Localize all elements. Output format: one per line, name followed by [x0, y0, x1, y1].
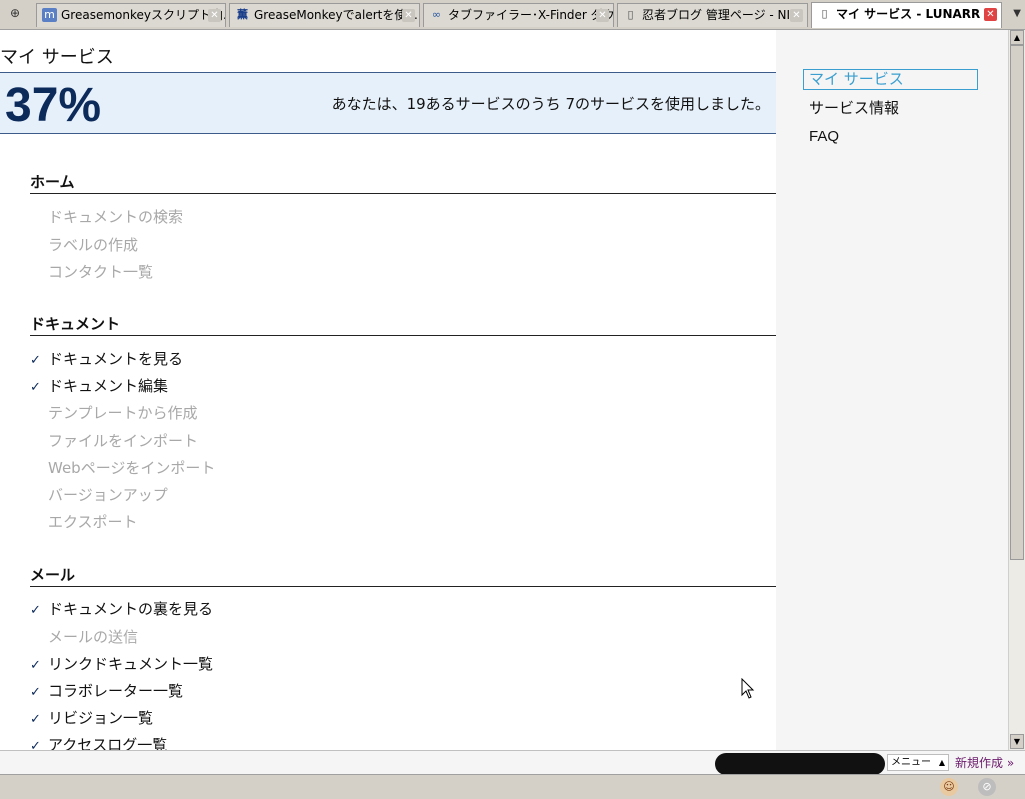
- list-item: Webページをインポート: [48, 459, 216, 477]
- tab-label: タブファイラー･X-Finder ダウ...: [448, 8, 614, 22]
- tab-label: Greasemonkeyスクリプト内...: [61, 8, 226, 22]
- scroll-down-icon[interactable]: ▼: [1010, 734, 1024, 749]
- list-item: ✓ リビジョン一覧: [30, 708, 153, 728]
- section-heading-document: ドキュメント: [30, 313, 776, 336]
- close-tab-icon[interactable]: ✕: [208, 9, 221, 22]
- close-tab-icon[interactable]: ✕: [402, 9, 415, 22]
- list-item: ✓ コラボレーター一覧: [30, 681, 183, 701]
- check-icon: ✓: [30, 685, 41, 700]
- sidebar-link-my-service[interactable]: マイ サービス: [803, 69, 978, 90]
- redacted-area: [715, 753, 885, 775]
- list-item: コンタクト一覧: [48, 263, 154, 281]
- check-icon: ✓: [30, 658, 41, 673]
- tab-ninja-blog[interactable]: ▯ 忍者ブログ 管理ページ - NI... ✕: [617, 3, 808, 27]
- page-icon: ▯: [627, 8, 634, 21]
- bottom-toolbar: メニュー ▲ 新規作成 »: [0, 750, 1025, 775]
- close-tab-icon[interactable]: ✕: [596, 9, 609, 22]
- menu-dropdown[interactable]: メニュー ▲: [887, 754, 949, 771]
- caret-up-icon: ▲: [938, 758, 945, 767]
- close-tab-icon[interactable]: ✕: [984, 8, 997, 21]
- check-icon: ✓: [30, 380, 41, 395]
- list-item: ✓ アクセスログ一覧: [30, 735, 167, 750]
- tab-x-finder[interactable]: ∞ タブファイラー･X-Finder ダウ... ✕: [423, 3, 614, 27]
- list-item: ✓ ドキュメント編集: [30, 376, 168, 396]
- new-create-link[interactable]: 新規作成 »: [955, 754, 1014, 771]
- list-item: バージョンアップ: [48, 486, 168, 504]
- page-icon: ▯: [821, 7, 828, 20]
- usage-percent: 37%: [5, 79, 102, 132]
- page-content: マイ サービス サービス情報 FAQ マイ サービス 37% あなたは、19ある…: [0, 30, 1008, 750]
- tab-favicon-icon: m: [42, 8, 57, 22]
- list-item: ラベルの作成: [48, 236, 139, 254]
- tab-list-dropdown-icon[interactable]: ▼: [1013, 8, 1021, 19]
- greasemonkey-icon[interactable]: ☺: [940, 778, 958, 796]
- usage-banner: 37% あなたは、19あるサービスのうち 7のサービスを使用しました。: [0, 72, 776, 134]
- list-item: テンプレートから作成: [48, 404, 198, 422]
- section-heading-home: ホーム: [30, 171, 776, 194]
- check-icon: ✓: [30, 353, 41, 368]
- tab-greasemonkey-alert[interactable]: 薫 GreaseMonkeyでalertを使... ✕: [229, 3, 420, 27]
- side-panel: マイ サービス サービス情報 FAQ: [776, 30, 1008, 750]
- tab-label: GreaseMonkeyでalertを使...: [254, 8, 418, 22]
- list-item: ファイルをインポート: [48, 432, 199, 450]
- list-item: エクスポート: [48, 513, 138, 531]
- vertical-scrollbar[interactable]: ▲ ▼: [1008, 30, 1025, 750]
- sidebar-link-service-info[interactable]: サービス情報: [809, 97, 899, 118]
- disabled-addon-icon[interactable]: ⊘: [978, 778, 996, 796]
- list-item: ドキュメントの検索: [48, 208, 184, 226]
- list-item: ✓ ドキュメントを見る: [30, 349, 183, 369]
- mouse-cursor-icon: [741, 677, 755, 706]
- status-bar: ☺ ⊘: [0, 774, 1025, 799]
- tab-label: マイ サービス - LUNARR: [836, 7, 981, 21]
- scroll-up-icon[interactable]: ▲: [1010, 30, 1024, 45]
- check-icon: ✓: [30, 603, 41, 618]
- section-heading-mail: メール: [30, 564, 776, 587]
- tab-favicon-icon: ∞: [431, 8, 442, 21]
- list-item: ✓ リンクドキュメント一覧: [30, 654, 213, 674]
- check-icon: ✓: [30, 739, 41, 750]
- menu-dropdown-label: メニュー: [891, 757, 931, 768]
- sidebar-link-faq[interactable]: FAQ: [809, 128, 839, 145]
- tab-greasemonkey-script[interactable]: m Greasemonkeyスクリプト内... ✕: [36, 3, 226, 27]
- scrollbar-thumb[interactable]: [1010, 45, 1024, 560]
- close-tab-icon[interactable]: ✕: [790, 9, 803, 22]
- list-item: ✓ ドキュメントの裏を見る: [30, 599, 213, 619]
- new-tab-icon[interactable]: ⊕: [4, 6, 26, 22]
- tab-bar: ⊕ m Greasemonkeyスクリプト内... ✕ 薫 GreaseMonk…: [0, 0, 1025, 30]
- tab-label: 忍者ブログ 管理ページ - NI...: [642, 8, 802, 22]
- usage-summary: あなたは、19あるサービスのうち 7のサービスを使用しました。: [331, 95, 770, 113]
- list-item: メールの送信: [48, 628, 139, 646]
- tab-my-service[interactable]: ▯ マイ サービス - LUNARR ✕: [811, 2, 1002, 28]
- check-icon: ✓: [30, 712, 41, 727]
- tab-favicon-icon: 薫: [237, 8, 248, 21]
- page-title: マイ サービス: [0, 47, 114, 68]
